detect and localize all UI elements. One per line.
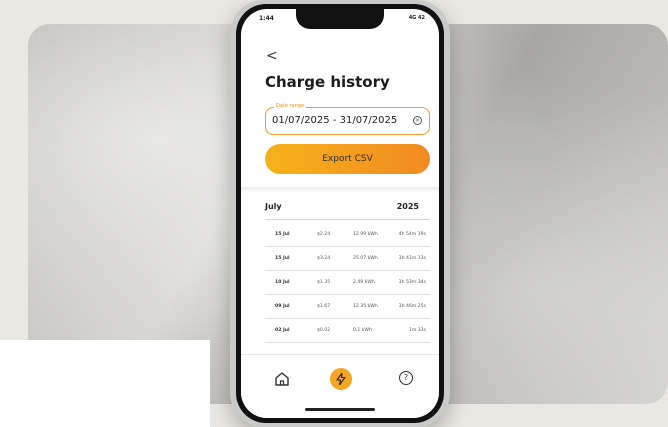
clear-circle-icon[interactable]: × xyxy=(413,116,422,125)
row-date: 09 Jul xyxy=(275,304,290,309)
date-range-label: Date range xyxy=(274,103,307,109)
home-icon[interactable] xyxy=(274,371,290,387)
row-duration: 3h 41m 13s xyxy=(398,256,426,261)
year-label: 2025 xyxy=(396,202,419,211)
row-date: 02 Jul xyxy=(275,328,290,333)
row-date: 15 Jul xyxy=(275,232,290,237)
row-duration: 3h 53m 34s xyxy=(398,280,426,285)
table-row[interactable]: 15 Jul $3.24 25.07 kWh 3h 41m 13s xyxy=(265,247,430,271)
table-row[interactable]: 09 Jul $1.67 12.35 kWh 3h 46m 25s xyxy=(265,295,430,319)
status-time: 1:44 xyxy=(259,15,274,22)
month-divider xyxy=(265,219,430,220)
table-row[interactable]: 15 Jul $2.24 12.99 kWh 4h 54m 19s xyxy=(265,223,430,247)
row-cost: $2.24 xyxy=(317,232,331,237)
row-cost: $0.02 xyxy=(317,328,331,333)
row-duration: 1m 33s xyxy=(408,328,426,333)
status-signal: 4G 42 xyxy=(408,15,425,21)
date-range-value[interactable]: 01/07/2025 - 31/07/2025 xyxy=(272,115,397,126)
row-date: 10 Jul xyxy=(275,280,290,285)
notch xyxy=(296,9,384,29)
background-panel xyxy=(0,340,210,427)
row-cost: $1.67 xyxy=(317,304,331,309)
back-button[interactable]: < xyxy=(266,49,278,63)
section-divider xyxy=(241,187,439,193)
chevron-left-icon: < xyxy=(266,48,278,64)
phone-screen: 1:44 4G 42 < Charge history Date range 0… xyxy=(241,9,439,418)
phone-frame: 1:44 4G 42 < Charge history Date range 0… xyxy=(230,0,450,427)
lightning-icon[interactable] xyxy=(330,368,352,390)
page-title: Charge history xyxy=(265,73,390,91)
row-duration: 3h 46m 25s xyxy=(398,304,426,309)
help-icon[interactable]: ? xyxy=(399,371,413,385)
row-cost: $1.35 xyxy=(317,280,331,285)
row-energy: 25.07 kWh xyxy=(353,256,378,261)
table-row[interactable]: 02 Jul $0.02 0.1 kWh 1m 33s xyxy=(265,319,430,343)
row-date: 15 Jul xyxy=(275,256,290,261)
row-energy: 2.49 kWh xyxy=(353,280,375,285)
month-label: July xyxy=(265,202,282,211)
row-energy: 12.35 kWh xyxy=(353,304,378,309)
row-cost: $3.24 xyxy=(317,256,331,261)
charge-list: 15 Jul $2.24 12.99 kWh 4h 54m 19s 15 Jul… xyxy=(265,223,430,343)
row-energy: 12.99 kWh xyxy=(353,232,378,237)
lightning-glyph xyxy=(336,373,346,385)
home-indicator[interactable] xyxy=(305,408,375,411)
bottom-nav: ? xyxy=(241,354,439,418)
row-duration: 4h 54m 19s xyxy=(398,232,426,237)
table-row[interactable]: 10 Jul $1.35 2.49 kWh 3h 53m 34s xyxy=(265,271,430,295)
date-range-field[interactable]: Date range 01/07/2025 - 31/07/2025 × xyxy=(265,103,430,135)
export-csv-button[interactable]: Export CSV xyxy=(265,144,430,174)
row-energy: 0.1 kWh xyxy=(353,328,372,333)
